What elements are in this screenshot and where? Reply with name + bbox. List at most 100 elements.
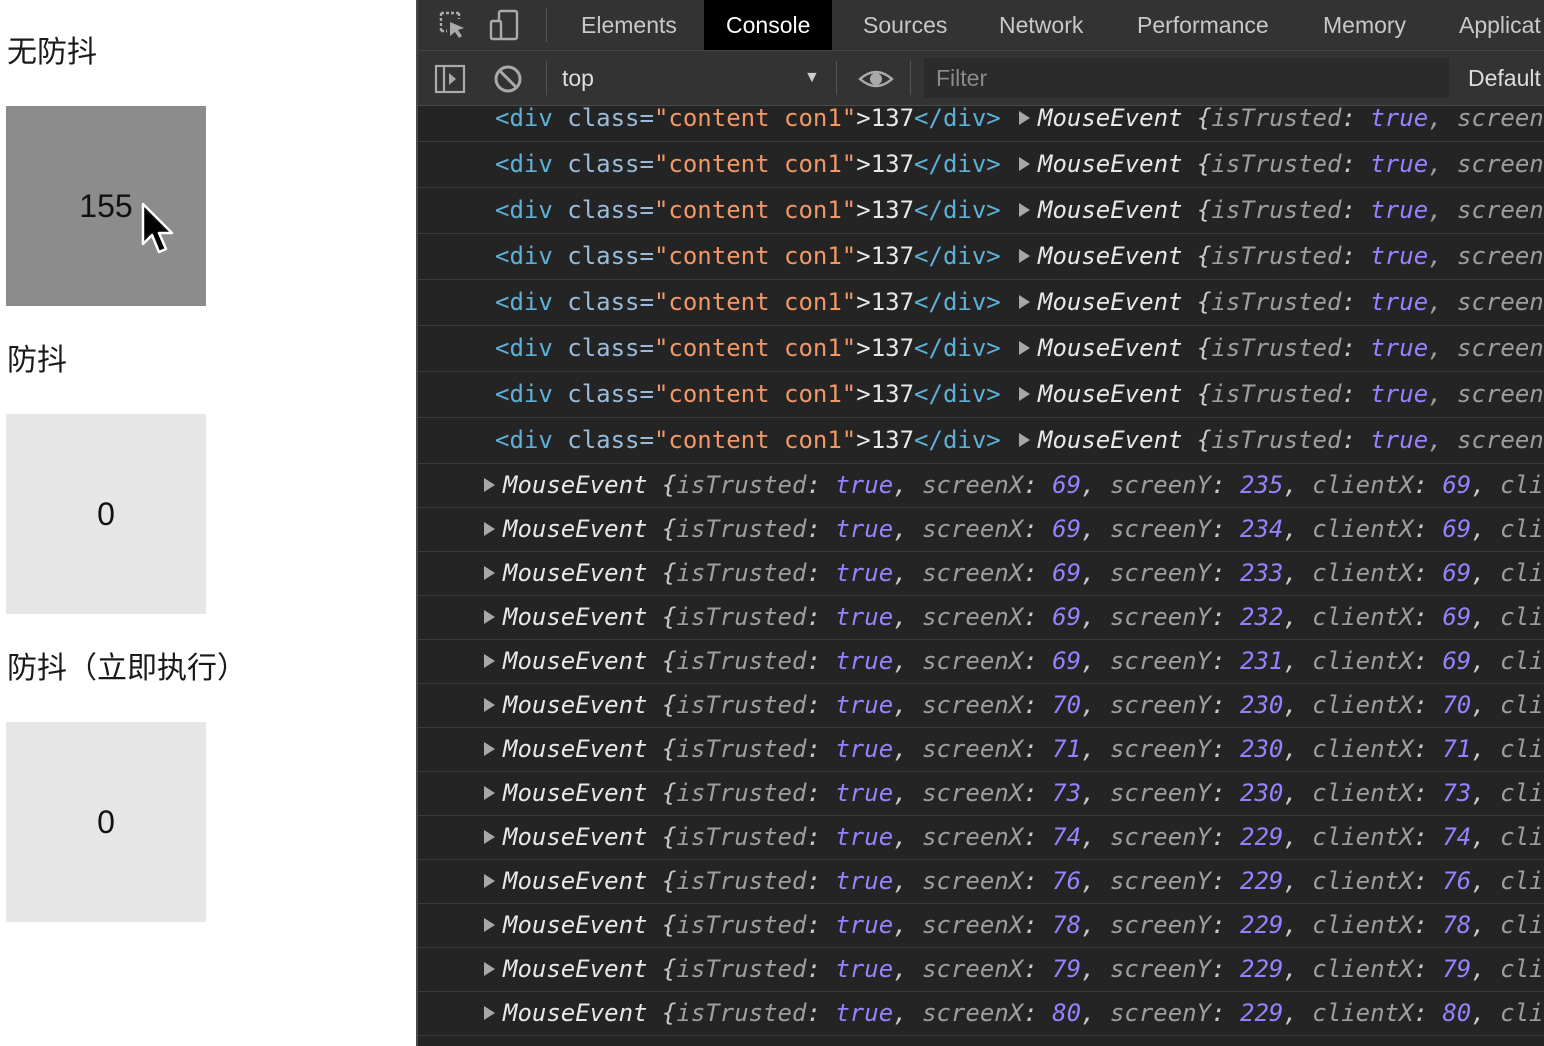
object-colon: : [1211, 779, 1240, 807]
console-log-row[interactable]: MouseEvent {isTrusted: true, screenX: 69… [418, 508, 1544, 552]
logged-event-object[interactable]: MouseEvent {isTrusted: true, screenX: 78… [484, 904, 1544, 947]
console-log-row[interactable]: MouseEvent {isTrusted: true, screenX: 78… [418, 904, 1544, 948]
object-key: screenY [1109, 779, 1212, 807]
expand-triangle-icon[interactable] [1019, 111, 1030, 125]
inspect-element-icon[interactable] [436, 8, 470, 42]
tab-application[interactable]: Applicat [1437, 0, 1544, 50]
console-log-row[interactable]: MouseEvent {isTrusted: true, screenX: 79… [418, 948, 1544, 992]
expand-triangle-icon[interactable] [1019, 341, 1030, 355]
logged-element-node[interactable]: <div class="content con1">137</div> [495, 326, 1001, 371]
logged-event-object[interactable]: MouseEvent {isTrusted: true, screenX: 76… [484, 860, 1544, 903]
logged-event-object[interactable]: MouseEvent {isTrusted: true, screenX: 71… [484, 728, 1544, 771]
logged-event-object[interactable]: MouseEvent {isTrusted: true, screen [1019, 326, 1544, 371]
logged-event-object[interactable]: MouseEvent {isTrusted: true, screen [1019, 418, 1544, 463]
logged-element-node[interactable]: <div class="content con1">137</div> [495, 188, 1001, 233]
object-brace: { [661, 999, 677, 1027]
console-log-row[interactable]: MouseEvent {isTrusted: true, screenX: 71… [418, 728, 1544, 772]
expand-triangle-icon[interactable] [1019, 157, 1030, 171]
console-log-row[interactable]: <div class="content con1">137</div> Mouse… [418, 234, 1544, 280]
logged-event-object[interactable]: MouseEvent {isTrusted: true, screenX: 69… [484, 508, 1544, 551]
expand-triangle-icon[interactable] [484, 566, 495, 580]
logged-event-object[interactable]: MouseEvent {isTrusted: true, screenX: 69… [484, 464, 1544, 507]
filter-input[interactable] [924, 58, 1449, 98]
expand-triangle-icon[interactable] [1019, 249, 1030, 263]
console-log-row[interactable]: <div class="content con1">137</div> Mouse… [418, 372, 1544, 418]
expand-triangle-icon[interactable] [484, 654, 495, 668]
expand-triangle-icon[interactable] [484, 830, 495, 844]
expand-triangle-icon[interactable] [484, 962, 495, 976]
console-output[interactable]: <div class="content con1">137</div> Mouse… [418, 96, 1544, 1046]
expand-triangle-icon[interactable] [484, 698, 495, 712]
object-comma: , [893, 779, 923, 807]
logged-event-object[interactable]: MouseEvent {isTrusted: true, screen [1019, 372, 1544, 417]
live-expression-eye-icon[interactable] [858, 63, 894, 95]
console-log-row[interactable]: <div class="content con1">137</div> Mouse… [418, 142, 1544, 188]
console-log-row[interactable]: <div class="content con1">137</div> Mouse… [418, 418, 1544, 464]
console-log-row[interactable]: MouseEvent {isTrusted: true, screenX: 80… [418, 992, 1544, 1036]
expand-triangle-icon[interactable] [484, 610, 495, 624]
html-tag-open: <div [495, 380, 553, 408]
logged-event-object[interactable]: MouseEvent {isTrusted: true, screenX: 69… [484, 552, 1544, 595]
console-log-row[interactable]: <div class="content con1">137</div> Mouse… [418, 280, 1544, 326]
object-key: screenY [1109, 471, 1212, 499]
html-attr-value: "content con1" [653, 150, 857, 178]
html-tag-open: <div [495, 150, 553, 178]
expand-triangle-icon[interactable] [484, 1006, 495, 1020]
logged-event-object[interactable]: MouseEvent {isTrusted: true, screenX: 74… [484, 816, 1544, 859]
expand-triangle-icon[interactable] [1019, 387, 1030, 401]
device-toolbar-icon[interactable] [488, 8, 522, 42]
logged-event-object[interactable]: MouseEvent {isTrusted: true, screenX: 80… [484, 992, 1544, 1035]
counter-box-debounce-immediate[interactable]: 0 [6, 722, 206, 922]
expand-triangle-icon[interactable] [1019, 295, 1030, 309]
logged-event-object[interactable]: MouseEvent {isTrusted: true, screen [1019, 280, 1544, 325]
object-colon: : [1211, 515, 1240, 543]
logged-event-object[interactable]: MouseEvent {isTrusted: true, screen [1019, 96, 1544, 141]
expand-triangle-icon[interactable] [484, 522, 495, 536]
console-log-row[interactable]: MouseEvent {isTrusted: true, screenX: 76… [418, 860, 1544, 904]
logged-event-object[interactable]: MouseEvent {isTrusted: true, screenX: 70… [484, 684, 1544, 727]
console-log-row[interactable]: MouseEvent {isTrusted: true, screenX: 69… [418, 596, 1544, 640]
expand-triangle-icon[interactable] [484, 786, 495, 800]
clear-console-icon[interactable] [492, 63, 524, 95]
tab-console[interactable]: Console [704, 0, 833, 50]
logged-event-object[interactable]: MouseEvent {isTrusted: true, screenX: 79… [484, 948, 1544, 991]
logged-element-node[interactable]: <div class="content con1">137</div> [495, 234, 1001, 279]
object-key: isTrusted [676, 955, 807, 983]
logged-element-node[interactable]: <div class="content con1">137</div> [495, 96, 1001, 141]
console-log-row[interactable]: MouseEvent {isTrusted: true, screenX: 74… [418, 816, 1544, 860]
logged-element-node[interactable]: <div class="content con1">137</div> [495, 142, 1001, 187]
counter-box-debounce[interactable]: 0 [6, 414, 206, 614]
logged-element-node[interactable]: <div class="content con1">137</div> [495, 418, 1001, 463]
logged-event-object[interactable]: MouseEvent {isTrusted: true, screenX: 69… [484, 596, 1544, 639]
console-log-row[interactable]: <div class="content con1">137</div> Mouse… [418, 96, 1544, 142]
object-trail: cli [1500, 559, 1544, 587]
expand-triangle-icon[interactable] [484, 478, 495, 492]
object-brace: { [661, 779, 677, 807]
logged-event-object[interactable]: MouseEvent {isTrusted: true, screen [1019, 142, 1544, 187]
console-log-row[interactable]: MouseEvent {isTrusted: true, screenX: 70… [418, 684, 1544, 728]
show-sidebar-icon[interactable] [434, 63, 466, 95]
tab-sources[interactable]: Sources [841, 0, 969, 50]
logged-event-object[interactable]: MouseEvent {isTrusted: true, screen [1019, 234, 1544, 279]
tab-elements[interactable]: Elements [559, 0, 699, 50]
expand-triangle-icon[interactable] [1019, 203, 1030, 217]
logged-event-object[interactable]: MouseEvent {isTrusted: true, screenX: 73… [484, 772, 1544, 815]
tab-performance[interactable]: Performance [1115, 0, 1291, 50]
tab-memory[interactable]: Memory [1301, 0, 1428, 50]
console-log-row[interactable]: <div class="content con1">137</div> Mouse… [418, 188, 1544, 234]
console-log-row[interactable]: <div class="content con1">137</div> Mouse… [418, 326, 1544, 372]
logged-event-object[interactable]: MouseEvent {isTrusted: true, screen [1019, 188, 1544, 233]
tab-network[interactable]: Network [977, 0, 1105, 50]
console-log-row[interactable]: MouseEvent {isTrusted: true, screenX: 69… [418, 552, 1544, 596]
logged-element-node[interactable]: <div class="content con1">137</div> [495, 280, 1001, 325]
console-log-row[interactable]: MouseEvent {isTrusted: true, screenX: 73… [418, 772, 1544, 816]
expand-triangle-icon[interactable] [1019, 433, 1030, 447]
expand-triangle-icon[interactable] [484, 918, 495, 932]
expand-triangle-icon[interactable] [484, 742, 495, 756]
expand-triangle-icon[interactable] [484, 874, 495, 888]
console-log-row[interactable]: MouseEvent {isTrusted: true, screenX: 69… [418, 640, 1544, 684]
object-comma: , [1283, 471, 1313, 499]
console-log-row[interactable]: MouseEvent {isTrusted: true, screenX: 69… [418, 464, 1544, 508]
logged-event-object[interactable]: MouseEvent {isTrusted: true, screenX: 69… [484, 640, 1544, 683]
logged-element-node[interactable]: <div class="content con1">137</div> [495, 372, 1001, 417]
